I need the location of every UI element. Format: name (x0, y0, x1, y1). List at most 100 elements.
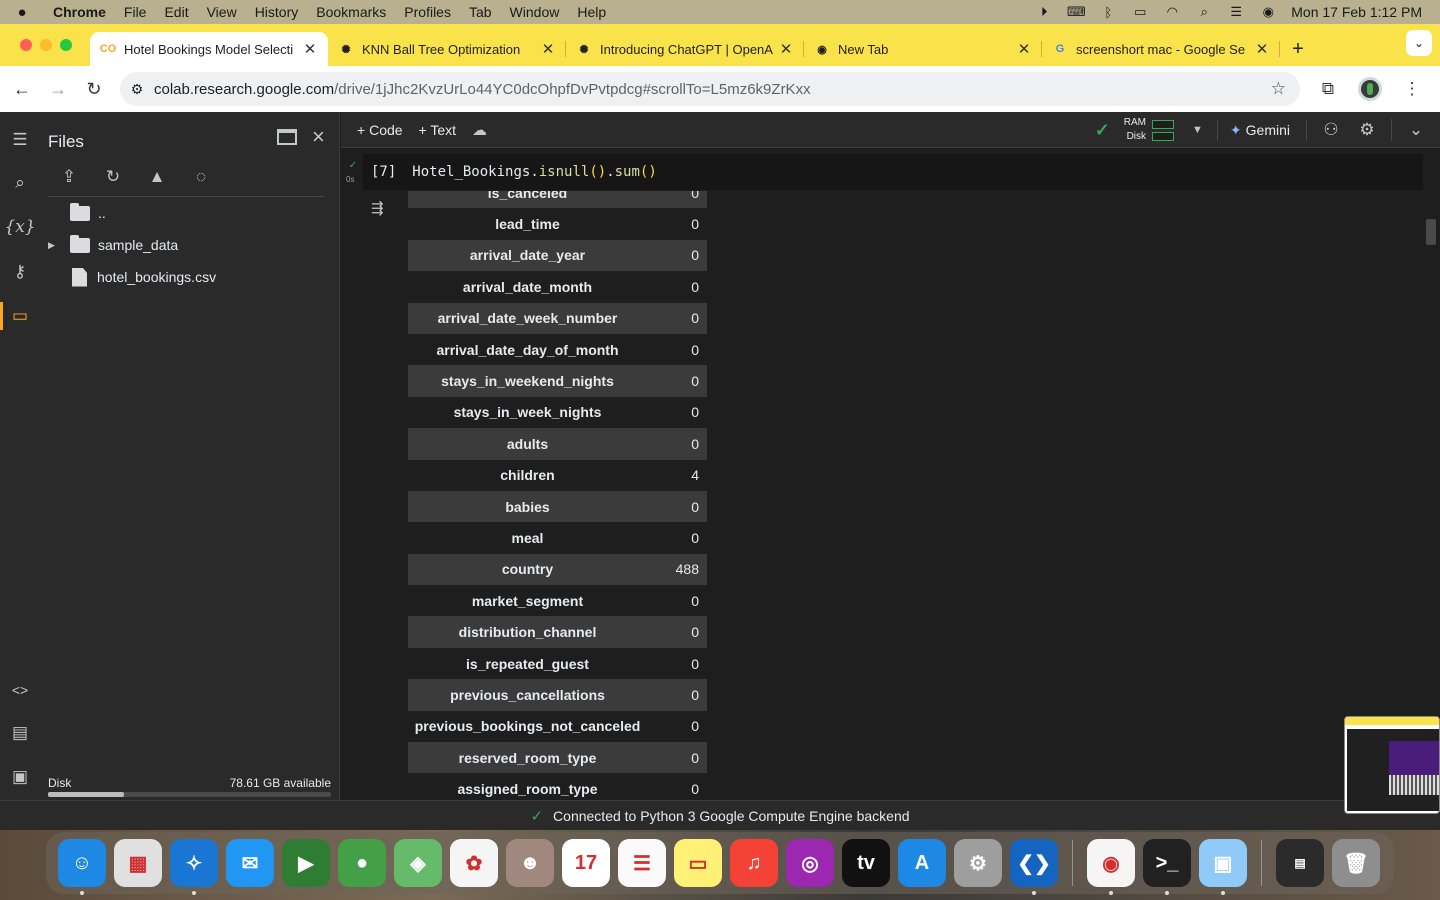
dock-tv-icon[interactable]: tv (842, 839, 890, 887)
dock-chrome-icon[interactable]: ◉ (1087, 839, 1135, 895)
hide-files-eye-icon[interactable]: ◌ (190, 166, 212, 188)
dock-reminders-icon[interactable]: ☰ (618, 839, 666, 887)
tab-close-icon[interactable]: ✕ (1016, 40, 1032, 58)
site-info-icon[interactable]: ⚙ (120, 81, 154, 98)
dock-preview-icon[interactable]: ▣ (1199, 839, 1247, 895)
wifi-icon[interactable]: ◠ (1163, 4, 1181, 19)
siri-icon[interactable]: ◉ (1259, 4, 1277, 19)
dock-vscode-icon[interactable]: ❮❯ (1010, 839, 1058, 895)
control-center-icon[interactable]: ☰ (1227, 4, 1245, 19)
dock-maps-icon[interactable]: ◈ (394, 839, 442, 887)
browser-tab-google[interactable]: G screenshort mac - Google Se ✕ (1042, 32, 1280, 66)
profile-avatar[interactable] (1358, 77, 1382, 101)
menu-history[interactable]: History (246, 4, 308, 20)
add-text-button[interactable]: + Text (419, 122, 457, 138)
cloud-save-icon[interactable]: ☁ (472, 121, 487, 139)
mount-drive-icon[interactable]: ▲ (146, 166, 168, 188)
dock-minimized-window[interactable]: ▤ (1276, 839, 1324, 887)
cell-run-check-icon[interactable]: ✓ (346, 161, 360, 171)
trash-icon[interactable]: 🗑 (1332, 839, 1380, 887)
back-arrow-icon[interactable]: ← (4, 79, 40, 100)
play-status-icon[interactable]: ⏵ (1035, 4, 1053, 19)
tab-close-icon[interactable]: ✕ (540, 40, 556, 58)
menu-view[interactable]: View (198, 4, 246, 20)
table-of-contents-icon[interactable]: ☰ (0, 120, 40, 160)
browser-tab-chatgpt[interactable]: ✺ Introducing ChatGPT | OpenA ✕ (566, 32, 804, 66)
files-folder-icon[interactable]: ▭ (0, 296, 40, 336)
secrets-key-icon[interactable]: ⚷ (0, 252, 40, 292)
dock-app-store-icon[interactable]: A (898, 839, 946, 887)
bookmark-star-icon[interactable]: ☆ (1271, 79, 1286, 99)
spotlight-search-icon[interactable]: ⌕ (1195, 4, 1213, 19)
tab-close-icon[interactable]: ✕ (1254, 40, 1270, 58)
menu-clock[interactable]: Mon 17 Feb 1:12 PM (1291, 4, 1422, 20)
terminal-icon[interactable]: ▣ (0, 757, 40, 797)
cell-editor[interactable]: [7] Hotel_Bookings.isnull().sum() (363, 154, 1423, 190)
extensions-puzzle-icon[interactable]: ⧉ (1316, 79, 1340, 99)
battery-icon[interactable]: ▭ (1131, 4, 1149, 19)
dock-facetime-icon[interactable]: ▶ (282, 839, 330, 887)
gemini-button[interactable]: ✦ Gemini (1230, 122, 1290, 139)
notebook-scrollbar[interactable] (1426, 219, 1436, 245)
screenshot-thumbnail[interactable] (1344, 716, 1440, 814)
menu-file[interactable]: File (115, 4, 156, 20)
expand-caret-icon[interactable]: ▶ (48, 240, 60, 251)
close-panel-icon[interactable]: × (312, 124, 325, 150)
chrome-menu-kebab-icon[interactable]: ⋮ (1400, 79, 1424, 99)
collapse-chevron-icon[interactable]: ⌄ (1404, 120, 1428, 140)
browser-tab-colab[interactable]: CO Hotel Bookings Model Selecti ✕ (90, 32, 328, 66)
tab-close-icon[interactable]: ✕ (778, 40, 794, 58)
minimize-window-button[interactable] (40, 39, 52, 51)
tree-item-hotel-bookings[interactable]: hotel_bookings.csv (72, 264, 216, 290)
menu-app-name[interactable]: Chrome (44, 4, 115, 20)
keyboard-icon[interactable]: ⌨ (1067, 4, 1086, 19)
code-snippets-icon[interactable]: <> (0, 670, 40, 710)
upload-file-icon[interactable]: ⇪ (58, 166, 80, 188)
zoom-window-button[interactable] (60, 39, 72, 51)
menu-help[interactable]: Help (568, 4, 615, 20)
tree-item-sample-data[interactable]: ▶ sample_data (48, 232, 178, 258)
dock-terminal-icon[interactable]: >_ (1143, 839, 1191, 895)
tab-search-chevron-icon[interactable]: ⌄ (1406, 30, 1432, 56)
refresh-icon[interactable]: ↻ (102, 166, 124, 188)
tab-close-icon[interactable]: ✕ (302, 40, 318, 58)
menu-profiles[interactable]: Profiles (395, 4, 460, 20)
search-icon[interactable]: ⌕ (0, 163, 40, 203)
url-omnibox[interactable]: ⚙ colab.research.google.com/drive/1jJhc2… (120, 72, 1300, 106)
new-tab-plus-icon[interactable]: + (1280, 32, 1316, 66)
dock-finder-icon[interactable]: ☺ (58, 839, 106, 895)
reload-icon[interactable]: ↻ (76, 79, 112, 100)
menu-bookmarks[interactable]: Bookmarks (307, 4, 395, 20)
dock-notes-icon[interactable]: ▭ (674, 839, 722, 887)
open-in-tab-icon[interactable] (277, 129, 297, 145)
browser-tab-new[interactable]: ◉ New Tab ✕ (804, 32, 1042, 66)
dock-launchpad-icon[interactable]: ▦ (114, 839, 162, 887)
dock-messages-icon[interactable]: ● (338, 839, 386, 887)
menu-window[interactable]: Window (501, 4, 569, 20)
dock-safari-icon[interactable]: ✧ (170, 839, 218, 895)
command-palette-icon[interactable]: ▤ (0, 713, 40, 753)
dock-calendar-icon[interactable]: 17 (562, 839, 610, 887)
output-actions-icon[interactable]: ⇶ (371, 199, 395, 219)
add-code-button[interactable]: + Code (357, 122, 403, 138)
close-window-button[interactable] (20, 39, 32, 51)
runtime-dropdown-icon[interactable]: ▼ (1192, 124, 1203, 136)
forward-arrow-icon[interactable]: → (40, 79, 76, 100)
dock-contacts-icon[interactable]: ☻ (506, 839, 554, 887)
resource-meters[interactable] (1152, 119, 1175, 141)
dock-settings-icon[interactable]: ⚙ (954, 839, 1002, 887)
menu-edit[interactable]: Edit (155, 4, 197, 20)
dock-podcasts-icon[interactable]: ◎ (786, 839, 834, 887)
bluetooth-icon[interactable]: ᛒ (1099, 5, 1117, 20)
dock-photos-icon[interactable]: ✿ (450, 839, 498, 887)
dock-music-icon[interactable]: ♫ (730, 839, 778, 887)
dock-mail-icon[interactable]: ✉ (226, 839, 274, 887)
browser-tab-knn[interactable]: ✺ KNN Ball Tree Optimization ✕ (328, 32, 566, 66)
share-people-icon[interactable]: ⚇ (1319, 120, 1343, 140)
settings-gear-icon[interactable]: ⚙ (1355, 120, 1379, 140)
variables-icon[interactable]: {x} (0, 207, 40, 247)
tree-item-parent[interactable]: .. (70, 200, 106, 226)
menu-tab[interactable]: Tab (460, 4, 501, 20)
resource-labels[interactable]: RAM Disk (1124, 116, 1146, 144)
apple-menu-icon[interactable]: ● (0, 4, 44, 21)
